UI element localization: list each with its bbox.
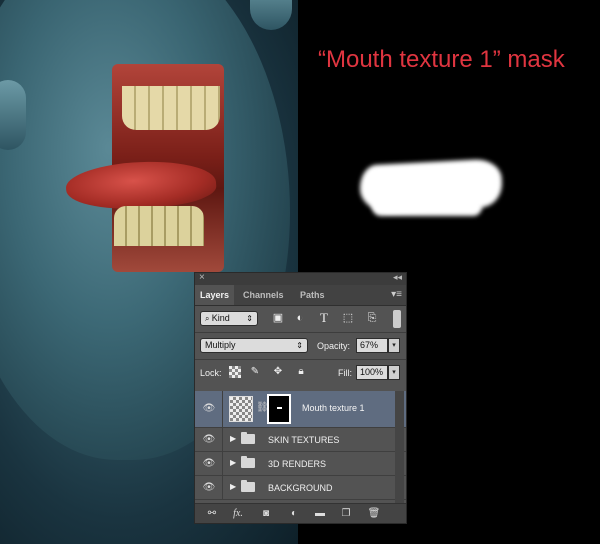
opacity-dropdown-icon[interactable]: ▾ bbox=[388, 338, 400, 353]
filter-kind-select[interactable]: ⌕ Kind ⇕ bbox=[200, 311, 258, 326]
panel-titlebar: × ◂◂ bbox=[195, 272, 406, 285]
eye-icon[interactable]: 👁︎ bbox=[202, 434, 216, 446]
type-filter-icon[interactable]: T bbox=[317, 311, 331, 325]
eye-icon[interactable]: 👁︎ bbox=[202, 458, 216, 470]
tab-layers[interactable]: Layers bbox=[195, 285, 235, 305]
upper-teeth bbox=[122, 86, 220, 130]
lock-brush-icon[interactable]: ✎ bbox=[249, 366, 261, 378]
panel-menu-icon[interactable]: ▾≡ bbox=[391, 289, 402, 300]
filter-kind-label: Kind bbox=[211, 313, 230, 323]
lock-move-icon[interactable]: ✥ bbox=[272, 366, 284, 378]
divider bbox=[222, 391, 223, 427]
new-layer-icon[interactable]: ❐ bbox=[339, 507, 353, 520]
layer-mouth-texture-1[interactable]: 👁︎ ⛓︎ Mouth texture 1 bbox=[195, 391, 406, 428]
group-name: BACKGROUND bbox=[268, 483, 333, 493]
panel-footer: ⚯ fx. ◙ ◐ ▬ ❐ 🗑︎ bbox=[195, 503, 406, 523]
mask-shape bbox=[372, 198, 482, 216]
collapse-icon[interactable]: ◂◂ bbox=[393, 272, 402, 283]
adjustment-filter-icon[interactable]: ◐ bbox=[293, 311, 307, 325]
lock-transparent-icon[interactable] bbox=[229, 366, 241, 378]
divider bbox=[222, 452, 223, 475]
stepper-arrows-icon: ⇕ bbox=[246, 314, 253, 323]
fx-icon[interactable]: fx. bbox=[231, 507, 245, 520]
blend-row: Multiply ⇕ Opacity: 67% ▾ bbox=[195, 333, 406, 359]
group-skin-textures[interactable]: 👁︎ ▶ SKIN TEXTURES bbox=[195, 428, 406, 452]
adjustment-icon[interactable]: ◐ bbox=[287, 507, 301, 520]
new-group-icon[interactable]: ▬ bbox=[313, 507, 327, 520]
lock-row: Lock: ✎ ✥ 🔒︎ Fill: 100% ▾ bbox=[195, 360, 406, 386]
panel-tabs: Layers Channels Paths ▾≡ bbox=[195, 285, 406, 306]
trash-icon[interactable]: 🗑︎ bbox=[367, 507, 381, 520]
search-icon: ⌕ bbox=[205, 314, 212, 323]
group-name: SKIN TEXTURES bbox=[268, 435, 340, 445]
eye-icon[interactable]: 👁︎ bbox=[202, 403, 216, 415]
tab-paths[interactable]: Paths bbox=[295, 285, 330, 305]
divider bbox=[222, 428, 223, 451]
finger-shape bbox=[0, 80, 26, 150]
blend-mode-value: Multiply bbox=[205, 340, 236, 350]
filter-row: ⌕ Kind ⇕ ▣ ◐ T ⬚ ⎘ bbox=[195, 306, 406, 332]
blend-mode-select[interactable]: Multiply ⇕ bbox=[200, 338, 308, 353]
lock-all-icon[interactable]: 🔒︎ bbox=[295, 366, 307, 378]
opacity-label: Opacity: bbox=[317, 341, 351, 351]
layer-name: Mouth texture 1 bbox=[302, 403, 365, 413]
smart-object-filter-icon[interactable]: ⎘ bbox=[365, 311, 379, 325]
tab-channels[interactable]: Channels bbox=[238, 285, 289, 305]
layers-list: 👁︎ ⛓︎ Mouth texture 1 👁︎ ▶ SKIN TEXTURES… bbox=[195, 391, 406, 500]
mask-thumbnail[interactable] bbox=[267, 394, 291, 424]
mask-shape bbox=[277, 407, 282, 409]
group-background[interactable]: 👁︎ ▶ BACKGROUND bbox=[195, 476, 406, 500]
close-icon[interactable]: × bbox=[199, 272, 205, 283]
divider bbox=[222, 476, 223, 499]
shape-filter-icon[interactable]: ⬚ bbox=[341, 311, 355, 325]
disclosure-triangle-icon[interactable]: ▶ bbox=[230, 458, 236, 467]
group-3d-renders[interactable]: 👁︎ ▶ 3D RENDERS bbox=[195, 452, 406, 476]
disclosure-triangle-icon[interactable]: ▶ bbox=[230, 482, 236, 491]
group-name: 3D RENDERS bbox=[268, 459, 327, 469]
layers-scrollbar[interactable] bbox=[395, 391, 404, 503]
folder-icon bbox=[241, 456, 255, 468]
folder-icon bbox=[241, 432, 255, 444]
eye-icon[interactable]: 👁︎ bbox=[202, 482, 216, 494]
lower-teeth bbox=[114, 206, 204, 246]
disclosure-triangle-icon[interactable]: ▶ bbox=[230, 434, 236, 443]
folder-icon bbox=[241, 480, 255, 492]
filter-toggle[interactable] bbox=[393, 310, 401, 328]
finger-shape bbox=[250, 0, 292, 30]
fill-label: Fill: bbox=[338, 368, 352, 378]
lock-label: Lock: bbox=[200, 368, 222, 378]
opacity-input[interactable]: 67% bbox=[356, 338, 388, 353]
add-mask-icon[interactable]: ◙ bbox=[259, 507, 273, 520]
stepper-arrows-icon: ⇕ bbox=[296, 341, 303, 350]
link-icon[interactable]: ⚯ bbox=[205, 507, 219, 520]
layer-thumbnail bbox=[229, 396, 253, 422]
mask-caption: “Mouth texture 1” mask bbox=[318, 46, 565, 73]
fill-dropdown-icon[interactable]: ▾ bbox=[388, 365, 400, 380]
pixel-filter-icon[interactable]: ▣ bbox=[271, 311, 285, 325]
fill-input[interactable]: 100% bbox=[356, 365, 388, 380]
layers-panel: × ◂◂ Layers Channels Paths ▾≡ ⌕ Kind ⇕ ▣… bbox=[194, 272, 407, 524]
